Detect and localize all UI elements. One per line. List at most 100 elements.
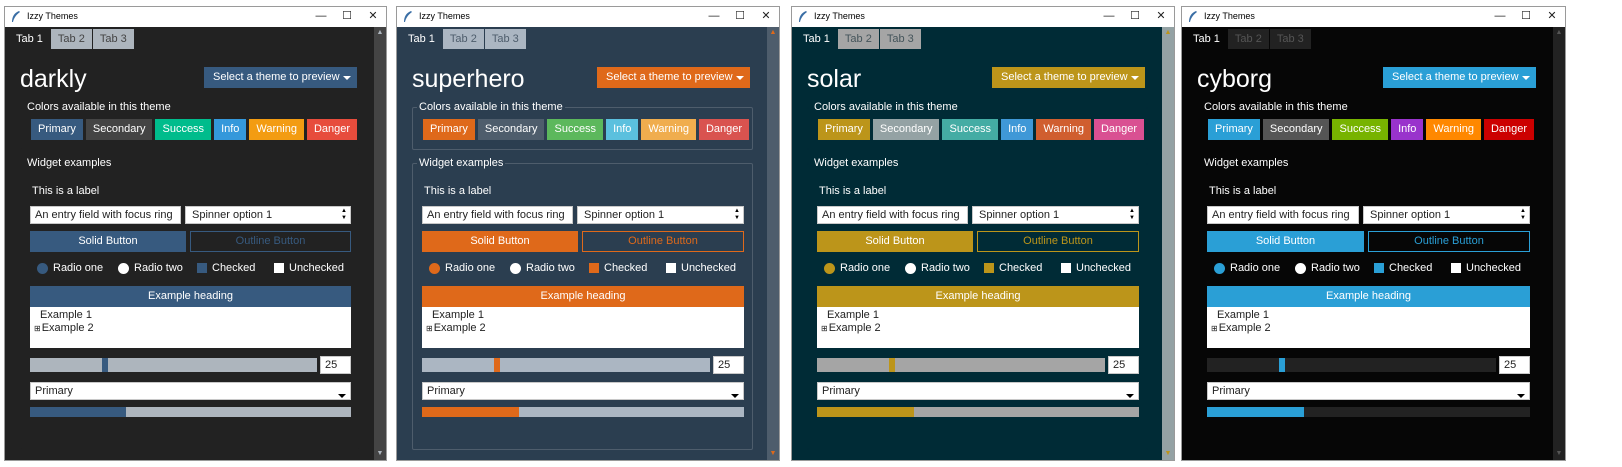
tree-item[interactable]: ⊞Example 2	[34, 322, 94, 334]
radio-unselected-icon[interactable]	[905, 262, 916, 274]
checkbox-checked-icon[interactable]	[197, 263, 207, 273]
solid-button[interactable]: Solid Button	[30, 231, 186, 252]
color-button-secondary[interactable]: Secondary	[85, 119, 153, 140]
checkbox-unchecked[interactable]: Unchecked	[274, 262, 344, 274]
tree-heading[interactable]: Example heading	[817, 286, 1139, 307]
example-entry[interactable]: An entry field with focus ring	[30, 206, 181, 224]
checkbox-checked[interactable]: Checked	[1374, 262, 1432, 274]
color-button-info[interactable]: Info	[1001, 119, 1034, 140]
color-button-warning[interactable]: Warning	[249, 119, 304, 140]
tree-item[interactable]: Example 1	[432, 309, 484, 321]
checkbox-unchecked-icon[interactable]	[274, 263, 284, 273]
vertical-scrollbar[interactable]: ▲ ▼	[1162, 27, 1174, 460]
color-button-success[interactable]: Success	[547, 119, 604, 140]
spin-arrows-icon[interactable]: ▲ ▼	[1129, 208, 1135, 222]
chevron-down-icon[interactable]	[731, 394, 739, 398]
color-button-info[interactable]: Info	[214, 119, 247, 140]
tree-item[interactable]: Example 1	[1217, 309, 1269, 321]
expand-icon[interactable]: ⊞	[426, 324, 433, 333]
vertical-scrollbar[interactable]: ▲ ▼	[374, 27, 386, 460]
radio-two[interactable]: Radio two	[1295, 262, 1360, 274]
tree-item[interactable]: ⊞Example 2	[1211, 322, 1271, 334]
checkbox-checked-icon[interactable]	[589, 263, 599, 273]
outline-button[interactable]: Outline Button	[190, 231, 351, 252]
tab-2[interactable]: Tab 2	[50, 29, 92, 49]
vertical-scrollbar[interactable]: ▲ ▼	[767, 27, 779, 460]
scroll-down-icon[interactable]: ▼	[1162, 448, 1174, 460]
radio-two[interactable]: Radio two	[905, 262, 970, 274]
scroll-down-icon[interactable]: ▼	[767, 448, 779, 460]
tree-item[interactable]: Example 1	[40, 309, 92, 321]
theme-select-menu[interactable]: Select a theme to preview	[1383, 67, 1536, 88]
maximize-icon[interactable]: ☐	[1513, 8, 1539, 25]
scale-slider[interactable]	[817, 358, 1105, 372]
example-spinbox[interactable]: Spinner option 1 ▲ ▼	[577, 206, 744, 224]
example-combobox[interactable]: Primary	[817, 382, 1139, 400]
solid-button[interactable]: Solid Button	[1207, 231, 1364, 252]
tab-1[interactable]: Tab 1	[9, 29, 50, 49]
radio-two[interactable]: Radio two	[118, 262, 183, 274]
expand-icon[interactable]: ⊞	[821, 324, 828, 333]
tree-item[interactable]: ⊞Example 2	[426, 322, 486, 334]
color-button-success[interactable]: Success	[155, 119, 212, 140]
tab-3[interactable]: Tab 3	[1269, 29, 1311, 49]
minimize-icon[interactable]: —	[1487, 8, 1513, 25]
close-icon[interactable]: ✕	[1148, 8, 1174, 25]
radio-unselected-icon[interactable]	[118, 262, 129, 274]
maximize-icon[interactable]: ☐	[727, 8, 753, 25]
example-entry[interactable]: An entry field with focus ring	[422, 206, 573, 224]
radio-unselected-icon[interactable]	[1295, 262, 1306, 274]
minimize-icon[interactable]: —	[308, 8, 334, 25]
color-button-warning[interactable]: Warning	[641, 119, 696, 140]
expand-icon[interactable]: ⊞	[1211, 324, 1218, 333]
title-bar[interactable]: Izzy Themes — ☐ ✕	[397, 7, 779, 27]
scroll-up-icon[interactable]: ▲	[1553, 27, 1565, 39]
slider-handle[interactable]	[1279, 358, 1285, 372]
vertical-scrollbar[interactable]: ▲ ▼	[1553, 27, 1565, 460]
scroll-down-icon[interactable]: ▼	[1553, 448, 1565, 460]
spin-arrows-icon[interactable]: ▲ ▼	[1520, 208, 1526, 222]
tab-2[interactable]: Tab 2	[1227, 29, 1269, 49]
example-spinbox[interactable]: Spinner option 1 ▲ ▼	[972, 206, 1139, 224]
color-button-success[interactable]: Success	[942, 119, 999, 140]
scale-value-entry[interactable]: 25	[1108, 356, 1139, 374]
color-button-secondary[interactable]: Secondary	[1262, 119, 1330, 140]
close-icon[interactable]: ✕	[360, 8, 386, 25]
checkbox-unchecked[interactable]: Unchecked	[666, 262, 736, 274]
tab-3[interactable]: Tab 3	[879, 29, 921, 49]
tab-2[interactable]: Tab 2	[837, 29, 879, 49]
radio-one[interactable]: Radio one	[429, 262, 495, 274]
color-button-info[interactable]: Info	[606, 119, 639, 140]
scroll-down-icon[interactable]: ▼	[374, 448, 386, 460]
slider-handle[interactable]	[889, 358, 895, 372]
color-button-info[interactable]: Info	[1391, 119, 1424, 140]
treeview[interactable]: Example 1 ⊞Example 2	[30, 307, 351, 348]
scroll-up-icon[interactable]: ▲	[1162, 27, 1174, 39]
scale-value-entry[interactable]: 25	[320, 356, 351, 374]
title-bar[interactable]: Izzy Themes — ☐ ✕	[5, 7, 386, 27]
scale-value-entry[interactable]: 25	[713, 356, 744, 374]
example-combobox[interactable]: Primary	[422, 382, 744, 400]
color-button-warning[interactable]: Warning	[1426, 119, 1481, 140]
color-button-danger[interactable]: Danger	[1483, 119, 1535, 140]
scale-slider[interactable]	[422, 358, 710, 372]
tab-2[interactable]: Tab 2	[442, 29, 484, 49]
example-spinbox[interactable]: Spinner option 1 ▲ ▼	[1363, 206, 1530, 224]
example-entry[interactable]: An entry field with focus ring	[817, 206, 968, 224]
radio-unselected-icon[interactable]	[510, 262, 521, 274]
scroll-up-icon[interactable]: ▲	[767, 27, 779, 39]
radio-selected-icon[interactable]	[824, 262, 835, 274]
color-button-primary[interactable]: Primary	[423, 119, 475, 140]
close-icon[interactable]: ✕	[1539, 8, 1565, 25]
color-button-warning[interactable]: Warning	[1036, 119, 1091, 140]
color-button-primary[interactable]: Primary	[1208, 119, 1260, 140]
tab-1[interactable]: Tab 1	[1186, 29, 1227, 49]
slider-handle[interactable]	[102, 358, 108, 372]
tree-item[interactable]: ⊞Example 2	[821, 322, 881, 334]
checkbox-unchecked-icon[interactable]	[666, 263, 676, 273]
tab-3[interactable]: Tab 3	[92, 29, 134, 49]
color-button-primary[interactable]: Primary	[818, 119, 870, 140]
tree-heading[interactable]: Example heading	[422, 286, 744, 307]
color-button-danger[interactable]: Danger	[1093, 119, 1145, 140]
solid-button[interactable]: Solid Button	[817, 231, 973, 252]
